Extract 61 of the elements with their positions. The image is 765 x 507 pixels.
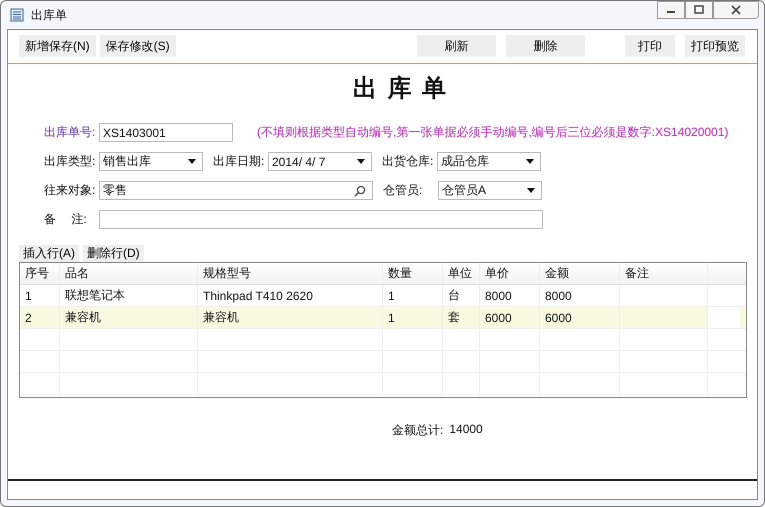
column-header[interactable]: 序号 [20, 263, 60, 284]
field-label: 仓管员: [383, 182, 424, 199]
grid-button[interactable]: 插入行(A) [19, 245, 79, 262]
toolbar-button[interactable]: 打印预览 [685, 35, 745, 57]
total-value: 14000 [449, 422, 483, 438]
window-title: 出库单 [31, 6, 67, 24]
table-cell: 联想笔记本 [65, 287, 125, 304]
table-cell: 1 [388, 310, 395, 324]
field-label: 出库日期: [213, 153, 266, 170]
close-button[interactable] [713, 1, 759, 19]
toolbar-button[interactable]: 新增保存(N) [19, 35, 96, 57]
hint-text: (不填则根据类型自动编号,第一张单据必须手动编号,编号后三位必须是数字:XS14020001) [257, 124, 728, 141]
dropdown-arrow-icon [527, 188, 535, 193]
column-header[interactable]: 品名 [60, 263, 198, 284]
field-label: 出库类型: [44, 153, 96, 170]
column-header[interactable]: 备注 [620, 263, 708, 284]
table-cell: 2 [25, 310, 32, 324]
table-cell: 台 [448, 287, 460, 304]
input-field[interactable] [99, 210, 543, 229]
search-field[interactable]: 零售 [99, 181, 373, 200]
dropdown-arrow-icon [188, 159, 196, 164]
form-title: 出 库 单 [352, 74, 450, 104]
maximize-icon [694, 5, 704, 15]
column-header[interactable]: 单位 [443, 263, 480, 284]
table-cell: 6000 [545, 310, 572, 324]
form-icon [10, 8, 24, 22]
field-label: 往来对象: [44, 182, 96, 199]
table-cell: 8000 [545, 288, 572, 302]
table-cell: 6000 [485, 310, 512, 324]
field-label: 备 注: [44, 211, 88, 228]
toolbar-button[interactable]: 打印 [625, 35, 675, 57]
table-cell: Thinkpad T410 2620 [203, 288, 313, 302]
close-icon [731, 5, 741, 15]
toolbar-button[interactable]: 删除 [506, 35, 585, 57]
maximize-button[interactable] [685, 1, 713, 19]
total-label: 金额总计: [392, 422, 444, 439]
toolbar-button[interactable]: 保存修改(S) [100, 35, 176, 57]
table-cell: 8000 [485, 288, 512, 302]
dropdown-field[interactable]: 销售出库 [99, 152, 203, 171]
dropdown-arrow-icon [357, 159, 365, 164]
grid-button[interactable]: 删除行(D) [83, 245, 144, 262]
column-header[interactable]: 规格型号 [198, 263, 383, 284]
search-icon [354, 184, 366, 196]
table-cell: 套 [448, 309, 460, 326]
field-label: 出库单号: [44, 124, 96, 141]
dropdown-arrow-icon [526, 159, 534, 164]
table-cell: 1 [388, 288, 395, 302]
dropdown-field[interactable]: 2014/ 4/ 7 [268, 152, 372, 171]
dropdown-field[interactable]: 仓管员A [438, 181, 542, 200]
column-header[interactable]: 数量 [383, 263, 443, 284]
table-row[interactable]: 2 兼容机 兼容机 1 套 6000 6000 [20, 307, 746, 329]
table-cell: 兼容机 [203, 309, 239, 326]
field-label: 出货仓库: [382, 153, 434, 170]
toolbar-button[interactable]: 刷新 [417, 35, 496, 57]
input-field[interactable]: XS1403001 [99, 123, 233, 142]
column-header[interactable]: 单价 [480, 263, 540, 284]
table-cell: 1 [25, 288, 32, 302]
table-cell: 兼容机 [65, 309, 101, 326]
dropdown-field[interactable]: 成品仓库 [437, 152, 541, 171]
column-header[interactable]: 金额 [540, 263, 620, 284]
minimize-button[interactable] [657, 1, 685, 19]
